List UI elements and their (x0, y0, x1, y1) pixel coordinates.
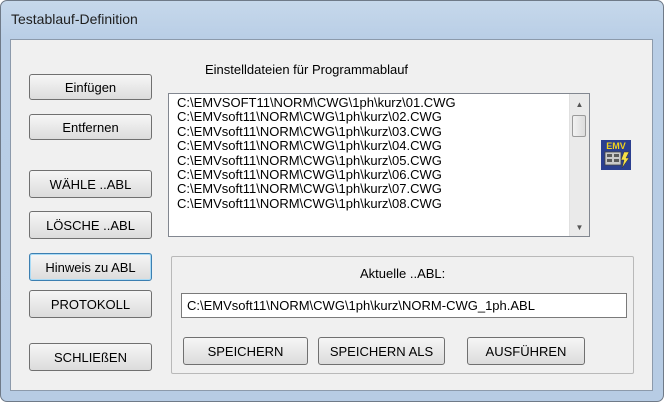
list-item[interactable]: C:\EMVsoft11\NORM\CWG\1ph\kurz\05.CWG (169, 153, 589, 168)
list-item[interactable]: C:\EMVsoft11\NORM\CWG\1ph\kurz\03.CWG (169, 124, 589, 139)
emv-logo-icon: EMV (601, 140, 631, 170)
emv-logo-text: EMV (606, 141, 626, 151)
list-scrollbar[interactable]: ▲ ▼ (569, 94, 589, 236)
list-item[interactable]: C:\EMVsoft11\NORM\CWG\1ph\kurz\02.CWG (169, 109, 589, 124)
schliessen-button[interactable]: SCHLIEßEN (29, 343, 152, 371)
ausfuehren-button[interactable]: AUSFÜHREN (467, 337, 585, 365)
einfuegen-button[interactable]: Einfügen (29, 74, 152, 100)
list-item[interactable]: C:\EMVsoft11\NORM\CWG\1ph\kurz\04.CWG (169, 138, 589, 153)
entfernen-button[interactable]: Entfernen (29, 114, 152, 140)
scroll-down-arrow-icon[interactable]: ▼ (570, 219, 589, 236)
window-title: Testablauf-Definition (11, 11, 138, 27)
waehle-abl-button[interactable]: WÄHLE ..ABL (29, 170, 152, 198)
file-listbox[interactable]: C:\EMVSOFT11\NORM\CWG\1ph\kurz\01.CWG C:… (168, 93, 590, 237)
list-item[interactable]: C:\EMVsoft11\NORM\CWG\1ph\kurz\07.CWG (169, 181, 589, 196)
loesche-abl-button[interactable]: LÖSCHE ..ABL (29, 211, 152, 239)
list-item[interactable]: C:\EMVSOFT11\NORM\CWG\1ph\kurz\01.CWG (169, 95, 589, 110)
aktuelle-abl-label: Aktuelle ..ABL: (360, 266, 446, 281)
list-item[interactable]: C:\EMVsoft11\NORM\CWG\1ph\kurz\06.CWG (169, 167, 589, 182)
speichern-button[interactable]: SPEICHERN (183, 337, 308, 365)
scroll-up-arrow-icon[interactable]: ▲ (570, 96, 589, 113)
dialog-client-area: Einfügen Entfernen WÄHLE ..ABL LÖSCHE ..… (10, 39, 653, 391)
protokoll-button[interactable]: PROTOKOLL (29, 290, 152, 318)
list-items: C:\EMVSOFT11\NORM\CWG\1ph\kurz\01.CWG C:… (169, 94, 589, 211)
abl-path-field[interactable]: C:\EMVsoft11\NORM\CWG\1ph\kurz\NORM-CWG_… (181, 293, 627, 318)
dialog-window: Testablauf-Definition Einfügen Entfernen… (0, 0, 664, 402)
list-label: Einstelldateien für Programmablauf (205, 62, 409, 77)
list-item[interactable]: C:\EMVsoft11\NORM\CWG\1ph\kurz\08.CWG (169, 196, 589, 211)
speichern-als-button[interactable]: SPEICHERN ALS (318, 337, 445, 365)
scroll-thumb[interactable] (572, 115, 586, 137)
hinweis-abl-button[interactable]: Hinweis zu ABL (29, 253, 152, 281)
